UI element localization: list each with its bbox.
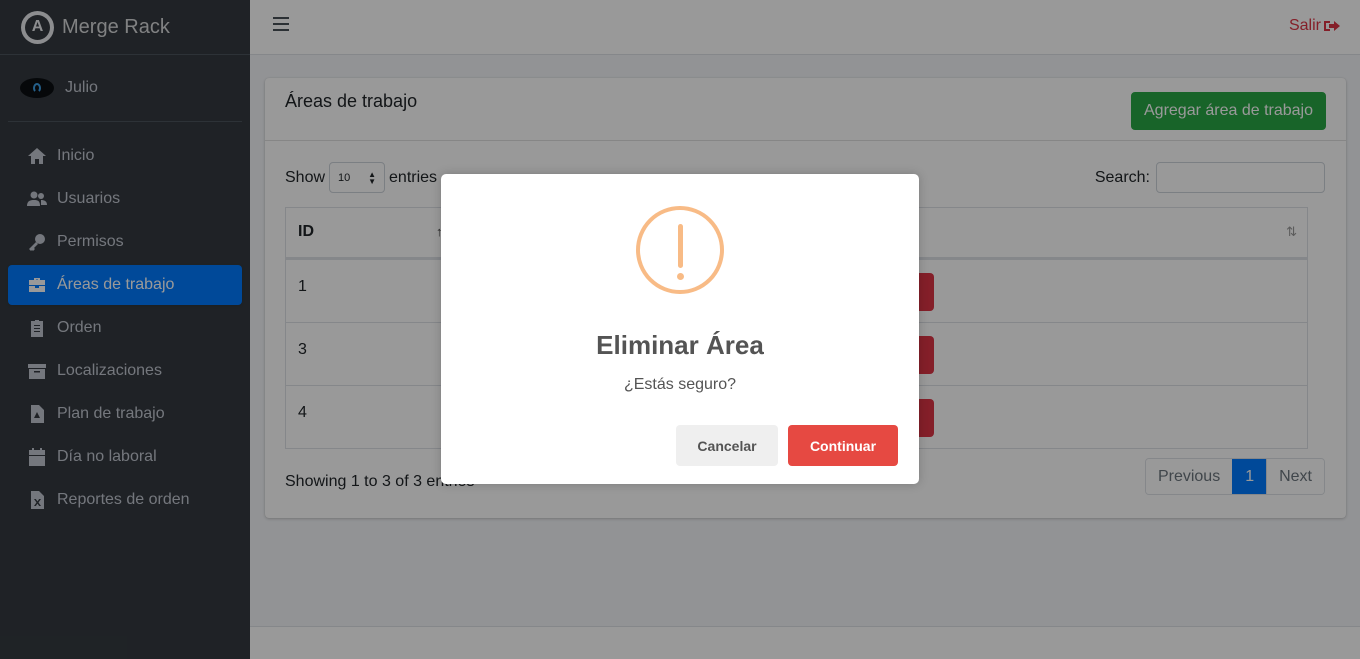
cancel-button[interactable]: Cancelar <box>676 425 778 466</box>
confirm-delete-dialog: Eliminar Área ¿Estás seguro? Cancelar Co… <box>441 174 919 484</box>
dialog-text: ¿Estás seguro? <box>623 376 737 393</box>
continue-button[interactable]: Continuar <box>788 425 898 466</box>
dialog-title: Eliminar Área <box>596 330 764 360</box>
warning-icon <box>636 206 724 294</box>
